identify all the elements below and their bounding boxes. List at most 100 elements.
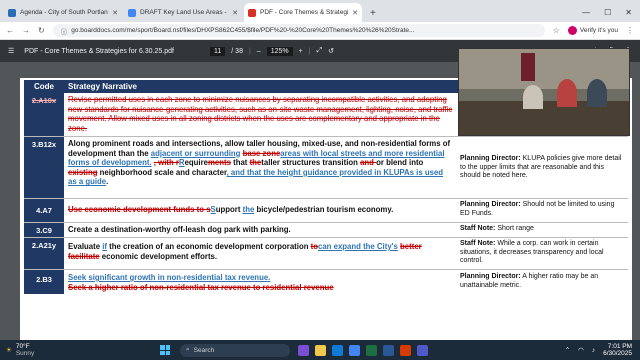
volume-icon[interactable]: ♪ [592,347,595,354]
narrative-text: taller structures transition [261,158,361,168]
chevron-up-icon[interactable]: ⌃ [565,346,570,354]
excel-app-icon[interactable] [366,344,377,356]
tab-title: Agenda - City of South Portlan [20,9,108,16]
zoom-out-button[interactable]: – [257,48,261,55]
explorer-app-icon[interactable] [315,344,326,356]
strategy-code: 2.B3 [24,270,64,294]
staff-note: Planning Director: Should not be limited… [456,199,628,222]
taskbar-clock[interactable]: 7:01 PM 6/30/2025 [603,343,632,358]
new-tab-button[interactable]: + [364,8,382,22]
word-app-icon[interactable] [383,344,394,356]
reload-icon[interactable]: ↻ [38,26,45,35]
narrative-text: upport [215,205,243,214]
page-number-input[interactable]: 11 [210,46,226,56]
drive-favicon-icon [128,8,136,17]
zoom-in-button[interactable]: + [299,48,303,55]
pdf-favicon-icon [248,8,256,17]
fit-page-icon[interactable]: ⤢ [317,47,323,55]
pdf-viewer[interactable]: Code Strategy Narrative 2.A10x Revise pe… [0,48,640,340]
minimize-icon[interactable]: — [582,8,590,17]
inserted-text: the [242,205,255,214]
note-label: Planning Director: [460,201,521,208]
narrative-text: Evaluate [68,242,103,251]
bookmark-star-icon[interactable]: ☆ [553,26,560,35]
note-text: Short range [495,225,534,232]
close-tab-icon[interactable]: ✕ [232,9,238,17]
agenda-favicon-icon [8,8,16,17]
strategy-narrative: Revise permitted uses in each zone to mi… [64,93,464,136]
browser-tab-agenda[interactable]: Agenda - City of South Portlan ✕ [4,3,122,22]
staff-note: Staff Note: While a corp. can work in ce… [456,238,628,269]
windows-start-icon[interactable] [160,345,170,355]
windows-taskbar: ☀ 70°F Sunny ⌕ Search ⌃ ◠ ♪ 7:01 PM 6/30… [0,340,640,360]
video-flag [521,53,535,81]
narrative-text: the creation of an economic development … [107,242,311,251]
close-tab-icon[interactable]: ✕ [112,9,118,17]
maximize-icon[interactable]: ☐ [604,8,611,17]
avatar [567,26,577,35]
narrative-text: that [230,158,250,168]
taskbar-apps [298,344,428,356]
browser-tab-pdf[interactable]: PDF - Core Themes & Strategie ✕ [244,3,362,22]
inserted-text: Seek significant growth in non-residenti… [68,273,271,282]
window-controls: — ☐ ✕ [574,8,640,22]
teams-app-icon[interactable] [417,344,428,356]
inserted-text: can expand the City's [318,242,398,251]
powerpoint-app-icon[interactable] [400,344,411,356]
table-row: 3.B12x Along prominent roads and interse… [24,137,628,199]
url-field[interactable]: ⓘ go.boarddocs.com/me/sport/Board.nsf/fi… [52,24,545,37]
pdf-title: PDF - Core Themes & Strategies for 6.30.… [24,47,174,55]
rotate-icon[interactable]: ↺ [328,47,334,55]
weather-condition: Sunny [15,350,35,357]
strategy-narrative: Evaluate if the creation of an economic … [64,238,456,269]
forward-icon[interactable]: → [22,26,30,35]
deleted-text: Revise permitted uses in each zone to mi… [68,95,453,133]
narrative-text: equire [184,158,208,168]
strategy-code: 4.A7 [24,199,64,222]
taskbar-search[interactable]: ⌕ Search [180,343,290,357]
weather-temp: 70°F [15,343,30,350]
deleted-text: to [310,242,318,251]
verify-button[interactable]: Verify it's you [567,26,618,35]
weather-text: 70°F Sunny [16,343,34,357]
video-person [587,79,607,107]
tab-title: DRAFT Key Land Use Areas - C [140,9,229,16]
strategy-code-text: 2.A10x [31,96,57,105]
taskview-app-icon[interactable] [298,344,309,356]
site-info-icon[interactable]: ⓘ [61,26,68,36]
pdf-page-controls: 11 / 38 | – 125% + | ⤢ ↺ [210,46,334,56]
narrative-header: Strategy Narrative [68,82,137,91]
strategy-narrative: Along prominent roads and intersections,… [64,137,456,198]
menu-dots-icon[interactable]: ⋮ [626,26,634,35]
tab-title: PDF - Core Themes & Strategie [260,9,349,16]
note-label: Planning Director: [460,273,521,280]
deleted-text: existing [68,167,98,177]
weather-widget[interactable]: ☀ 70°F Sunny [6,343,126,357]
close-tab-icon[interactable]: ✕ [352,9,358,17]
system-tray: ⌃ ◠ ♪ 7:01 PM 6/30/2025 [565,343,632,358]
table-row: 4.A7 Use economic development funds to s… [24,199,628,223]
wifi-icon[interactable]: ◠ [578,346,584,354]
zoom-level[interactable]: 125% [266,46,293,56]
staff-note: Planning Director: KLUPA policies give m… [456,137,628,198]
page-total: / 38 [231,47,243,55]
staff-note: Planning Director: A higher ratio may be… [456,270,628,294]
strategy-narrative: Seek significant growth in non-residenti… [64,270,456,294]
toolbar-divider: | [308,47,311,55]
narrative-text: economic development efforts. [99,251,218,261]
strategy-code: 3.C9 [24,223,64,237]
table-row: 3.C9 Create a destination-worthy off-lea… [24,223,628,238]
address-bar-row: ← → ↻ ⓘ go.boarddocs.com/me/sport/Board.… [0,22,640,40]
strategy-code: 2.A21y [24,238,64,269]
edge-app-icon[interactable] [332,344,343,356]
browser-tab-draft[interactable]: DRAFT Key Land Use Areas - C ✕ [124,3,242,22]
table-row: 2.B3 Seek significant growth in non-resi… [24,270,628,294]
meeting-video-overlay[interactable] [458,48,630,136]
hamburger-menu-icon[interactable]: ☰ [8,47,14,55]
deleted-text: ments [207,158,231,168]
close-window-icon[interactable]: ✕ [625,8,632,17]
deleted-text: , with r [153,158,179,168]
chrome-app-icon[interactable] [349,344,360,356]
back-icon[interactable]: ← [6,26,14,35]
narrative-text: bicycle/pedestrian tourism economy. [254,205,394,214]
